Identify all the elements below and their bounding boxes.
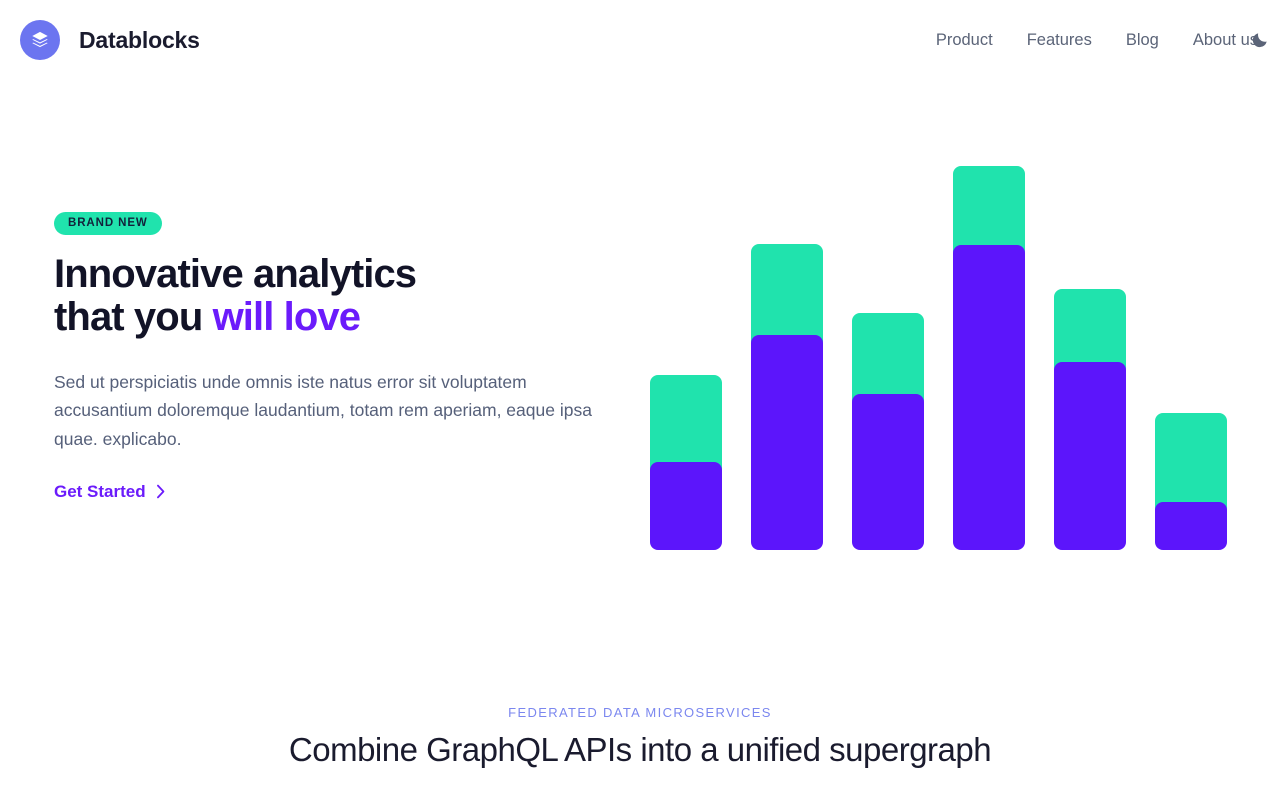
chevron-right-icon [155,484,166,499]
chart-bar [650,375,722,550]
nav-item-blog[interactable]: Blog [1126,31,1159,50]
landing-page: Datablocks Product Features Blog About u… [0,0,1280,800]
chart-bar-segment-violet [953,245,1025,550]
nav-item-product[interactable]: Product [936,31,993,50]
chart-bar-segment-teal [1054,289,1126,370]
headline-line-2-lead: that you [54,294,213,339]
hero-copy: BRAND NEW Innovative analytics that you … [54,212,634,502]
page-title: Innovative analytics that you will love [54,251,634,339]
chart-bar-segment-violet [852,394,924,550]
brand-name: Datablocks [79,26,200,53]
layers-stack-icon [20,20,60,60]
chart-bar-segment-teal [1155,413,1227,510]
section-title: Combine GraphQL APIs into a unified supe… [288,731,992,768]
section-eyebrow: FEDERATED DATA MICROSERVICES [508,705,772,720]
get-started-button[interactable]: Get Started [54,482,166,502]
moon-icon[interactable] [1248,29,1270,51]
chart-bar-segment-teal [852,313,924,402]
get-started-label: Get Started [54,481,146,501]
headline-accent: will love [212,294,361,339]
site-header: Datablocks Product Features Blog About u… [0,0,1280,80]
brand-logo[interactable]: Datablocks [20,20,200,60]
chart-bar [751,244,823,550]
chart-bar-segment-violet [751,335,823,550]
chart-bar [1054,289,1126,550]
chart-bar [852,313,924,550]
chart-bar-segment-violet [1155,502,1227,550]
chart-bar-segment-violet [650,462,722,550]
chart-bar [953,166,1025,550]
nav-item-features[interactable]: Features [1027,31,1092,50]
feature-section-header: FEDERATED DATA MICROSERVICES Combine Gra… [0,705,1280,769]
hero-bar-chart [650,150,1242,550]
chart-bar-segment-teal [650,375,722,470]
chart-bar-segment-violet [1054,362,1126,550]
status-badge: BRAND NEW [54,212,162,235]
chart-bar-segment-teal [953,166,1025,253]
chart-bar-segment-teal [751,244,823,343]
hero-paragraph: Sed ut perspiciatis unde omnis iste natu… [54,371,592,449]
headline-line-1: Innovative analytics [54,251,417,296]
main-nav: Product Features Blog About us [936,31,1267,50]
chart-bar [1155,413,1227,550]
